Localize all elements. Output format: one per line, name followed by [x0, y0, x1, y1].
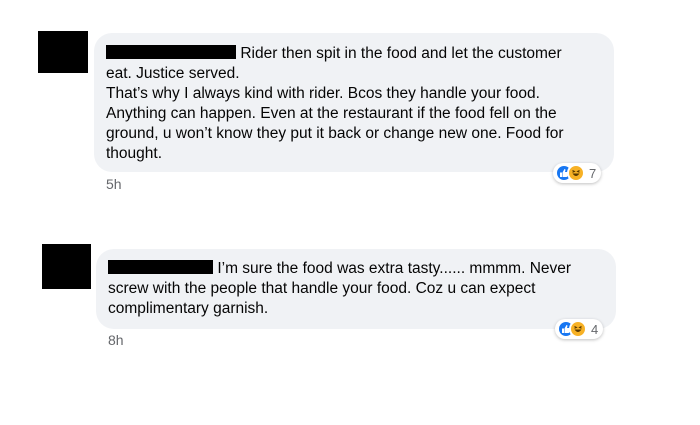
comment-timestamp[interactable]: 5h — [106, 176, 122, 192]
comment-text-line: I’m sure the food was extra tasty...... … — [217, 260, 572, 277]
comment-timestamp[interactable]: 8h — [108, 332, 124, 348]
haha-icon — [567, 164, 585, 182]
haha-icon — [569, 320, 587, 338]
reaction-summary[interactable]: 4 — [555, 319, 604, 339]
comment-text-line: complimentary garnish. — [108, 300, 269, 317]
redacted-author-name[interactable] — [106, 45, 236, 59]
avatar[interactable] — [38, 31, 88, 73]
comment-text-line: Anything can happen. Even at the restaur… — [106, 105, 557, 122]
comment-text-line: Rider then spit in the food and let the … — [240, 45, 562, 62]
reaction-count: 7 — [589, 165, 597, 181]
comment-text-line: thought. — [106, 145, 163, 162]
avatar[interactable] — [42, 244, 91, 289]
redacted-author-name[interactable] — [108, 260, 213, 274]
comment-text-line: eat. Justice served. — [106, 65, 240, 82]
comment-bubble: Rider then spit in the food and let the … — [94, 33, 614, 172]
reaction-count: 4 — [591, 321, 599, 337]
comment-text-line: screw with the people that handle your f… — [108, 280, 536, 297]
comment-bubble: I’m sure the food was extra tasty...... … — [96, 249, 616, 329]
comment-text-line: That’s why I always kind with rider. Bco… — [106, 85, 540, 102]
comment-text-line: ground, u won’t know they put it back or… — [106, 125, 564, 142]
reaction-summary[interactable]: 7 — [553, 163, 602, 183]
